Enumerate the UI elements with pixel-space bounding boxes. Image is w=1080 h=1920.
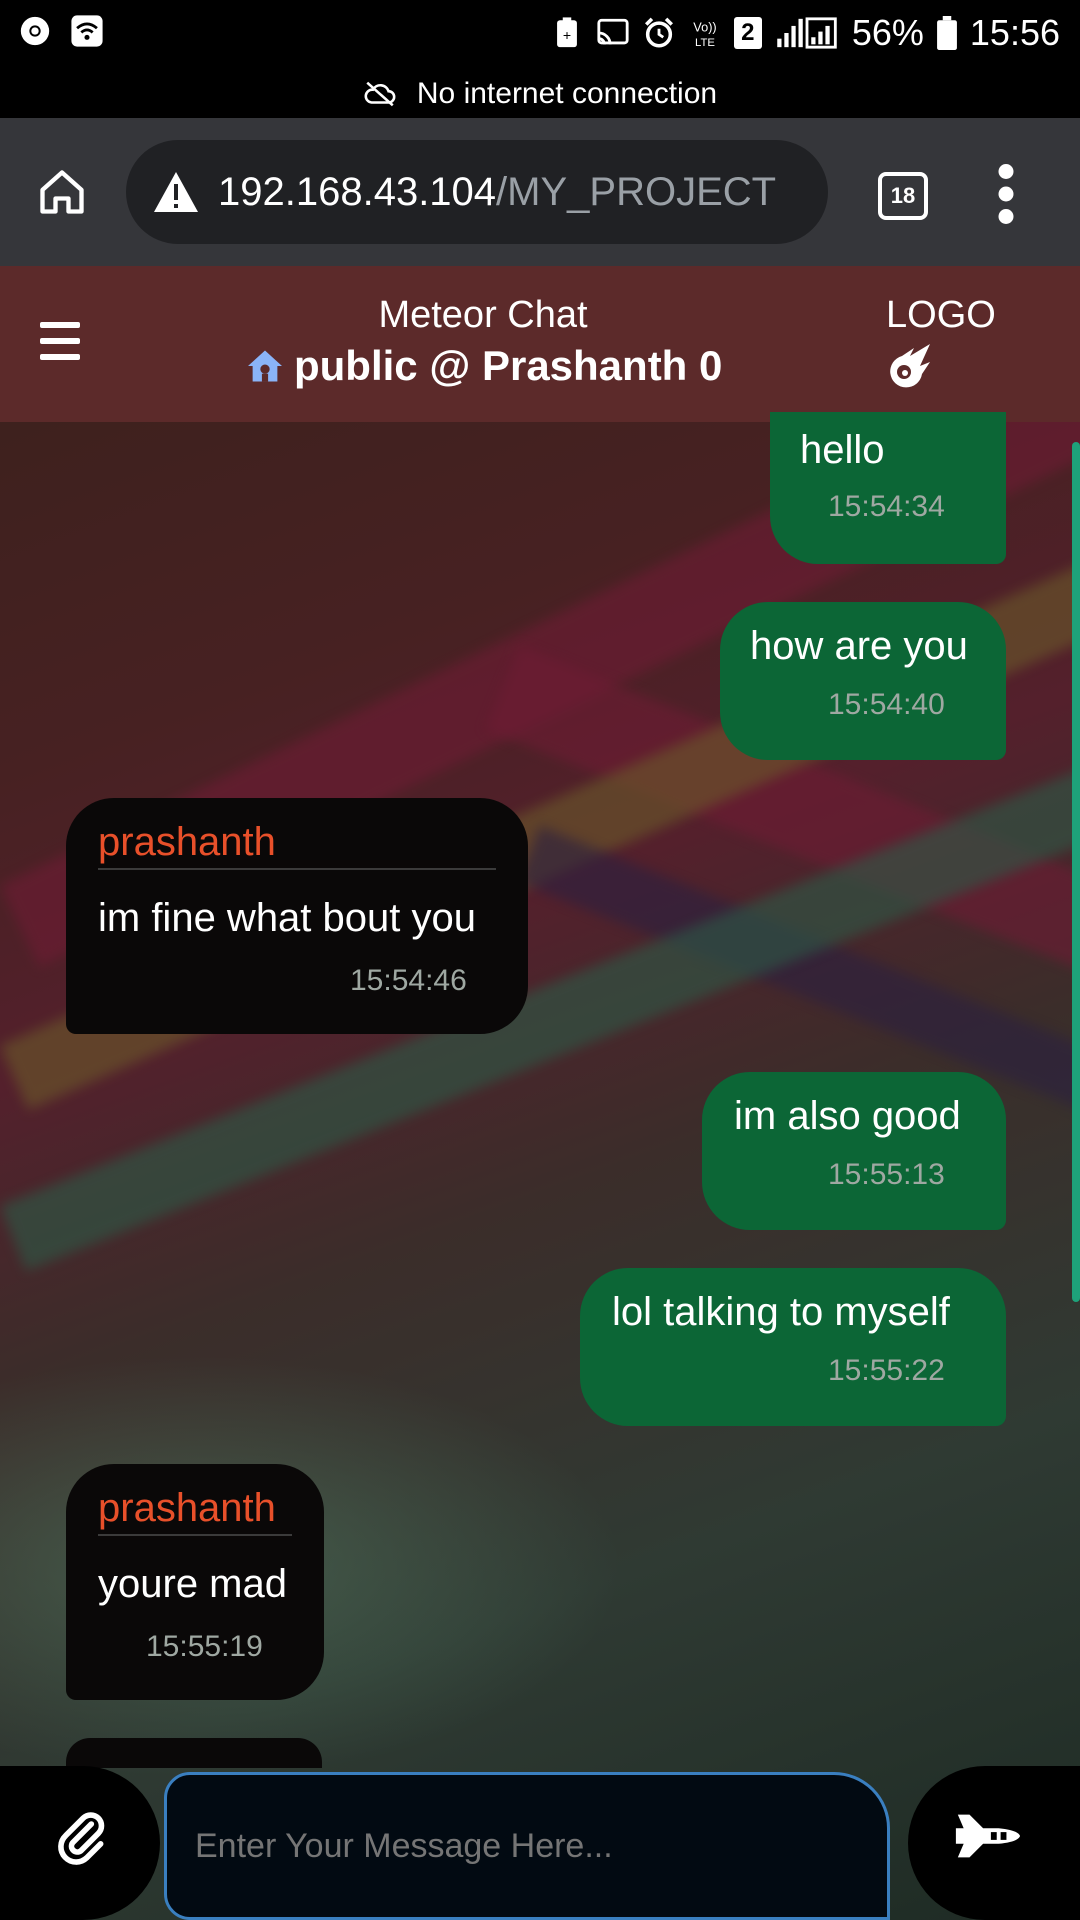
scrollbar[interactable] [1072,442,1080,1302]
message-text: im also good [734,1094,961,1138]
paperclip-icon [58,1812,105,1865]
room-name: public @ Prashanth 0 [294,342,723,389]
url-text[interactable]: 192.168.43.104/MY_PROJECT [218,170,776,215]
offline-text: No internet connection [416,77,718,110]
message-time: 15:54:34 [828,490,945,523]
message-text: how are you [750,624,968,668]
battery-saver-icon: + [556,17,577,48]
message-time: 15:55:13 [828,1158,945,1191]
sender-name: prashanth [98,820,276,864]
space-shuttle-icon [955,1814,1021,1858]
tab-switcher-button[interactable]: 18 [878,172,928,220]
svg-text:Vo)): Vo)) [693,20,716,35]
message-bubble-sent: im also good 15:55:13 [702,1072,1006,1230]
message-time: 15:54:40 [828,688,945,721]
send-button[interactable] [908,1766,1080,1920]
battery-percent: 56% [851,12,924,53]
message-text: youre mad [98,1562,287,1606]
sender-divider [98,1534,292,1536]
sender-divider [98,868,496,870]
message-text: lol talking to myself [612,1290,950,1334]
battery-icon [936,16,957,50]
room-line: public @ Prashanth 0 [246,342,722,390]
message-time: 15:55:22 [828,1354,945,1387]
status-bar: + Vo)) LTE 2 56% 15:56 [0,0,1080,70]
message-bubble-sent: lol talking to myself 15:55:22 [580,1268,1006,1426]
message-bubble-sent: hello 15:54:34 [770,412,1006,564]
meteor-logo-icon [890,344,930,388]
sender-name: prashanth [98,1486,276,1530]
message-time: 15:54:46 [350,964,467,997]
cast-icon [597,18,629,45]
url-host: 192.168.43.104 [218,169,497,214]
message-bubble-received: prashanth im fine what bout you 15:54:46 [66,798,528,1034]
volte-icon: Vo)) LTE [693,20,716,49]
offline-banner: No internet connection [0,70,1080,118]
more-vert-icon[interactable] [996,164,1016,224]
app-header: Meteor Chat public @ Prashanth 0 LOGO [0,266,1080,422]
attach-button[interactable] [0,1766,160,1920]
house-icon [248,350,282,382]
message-composer [0,1762,1080,1920]
url-path: /MY_PROJECT [496,169,777,214]
svg-text:+: + [563,28,571,44]
home-icon[interactable] [36,166,88,218]
wifi-icon [71,15,103,47]
chrome-icon [20,16,50,46]
alarm-icon [644,17,673,48]
message-input[interactable] [164,1772,890,1920]
signal-icon [777,17,837,49]
message-bubble-received: prashanth youre mad 15:55:19 [66,1464,324,1700]
message-text: im fine what bout you [98,896,476,940]
app-title: Meteor Chat [378,294,588,336]
warning-icon[interactable] [152,170,200,214]
cloud-off-icon [364,81,396,107]
clock: 15:56 [969,12,1060,53]
message-text: hello [800,428,885,472]
message-bubble-sent: how are you 15:54:40 [720,602,1006,760]
sim-slot-badge: 2 [733,17,762,49]
message-time: 15:55:19 [146,1630,263,1663]
svg-text:LTE: LTE [695,37,715,49]
address-bar[interactable]: 192.168.43.104/MY_PROJECT [126,140,828,244]
browser-toolbar: 192.168.43.104/MY_PROJECT 18 [0,118,1080,266]
logo-label: LOGO [886,294,996,336]
